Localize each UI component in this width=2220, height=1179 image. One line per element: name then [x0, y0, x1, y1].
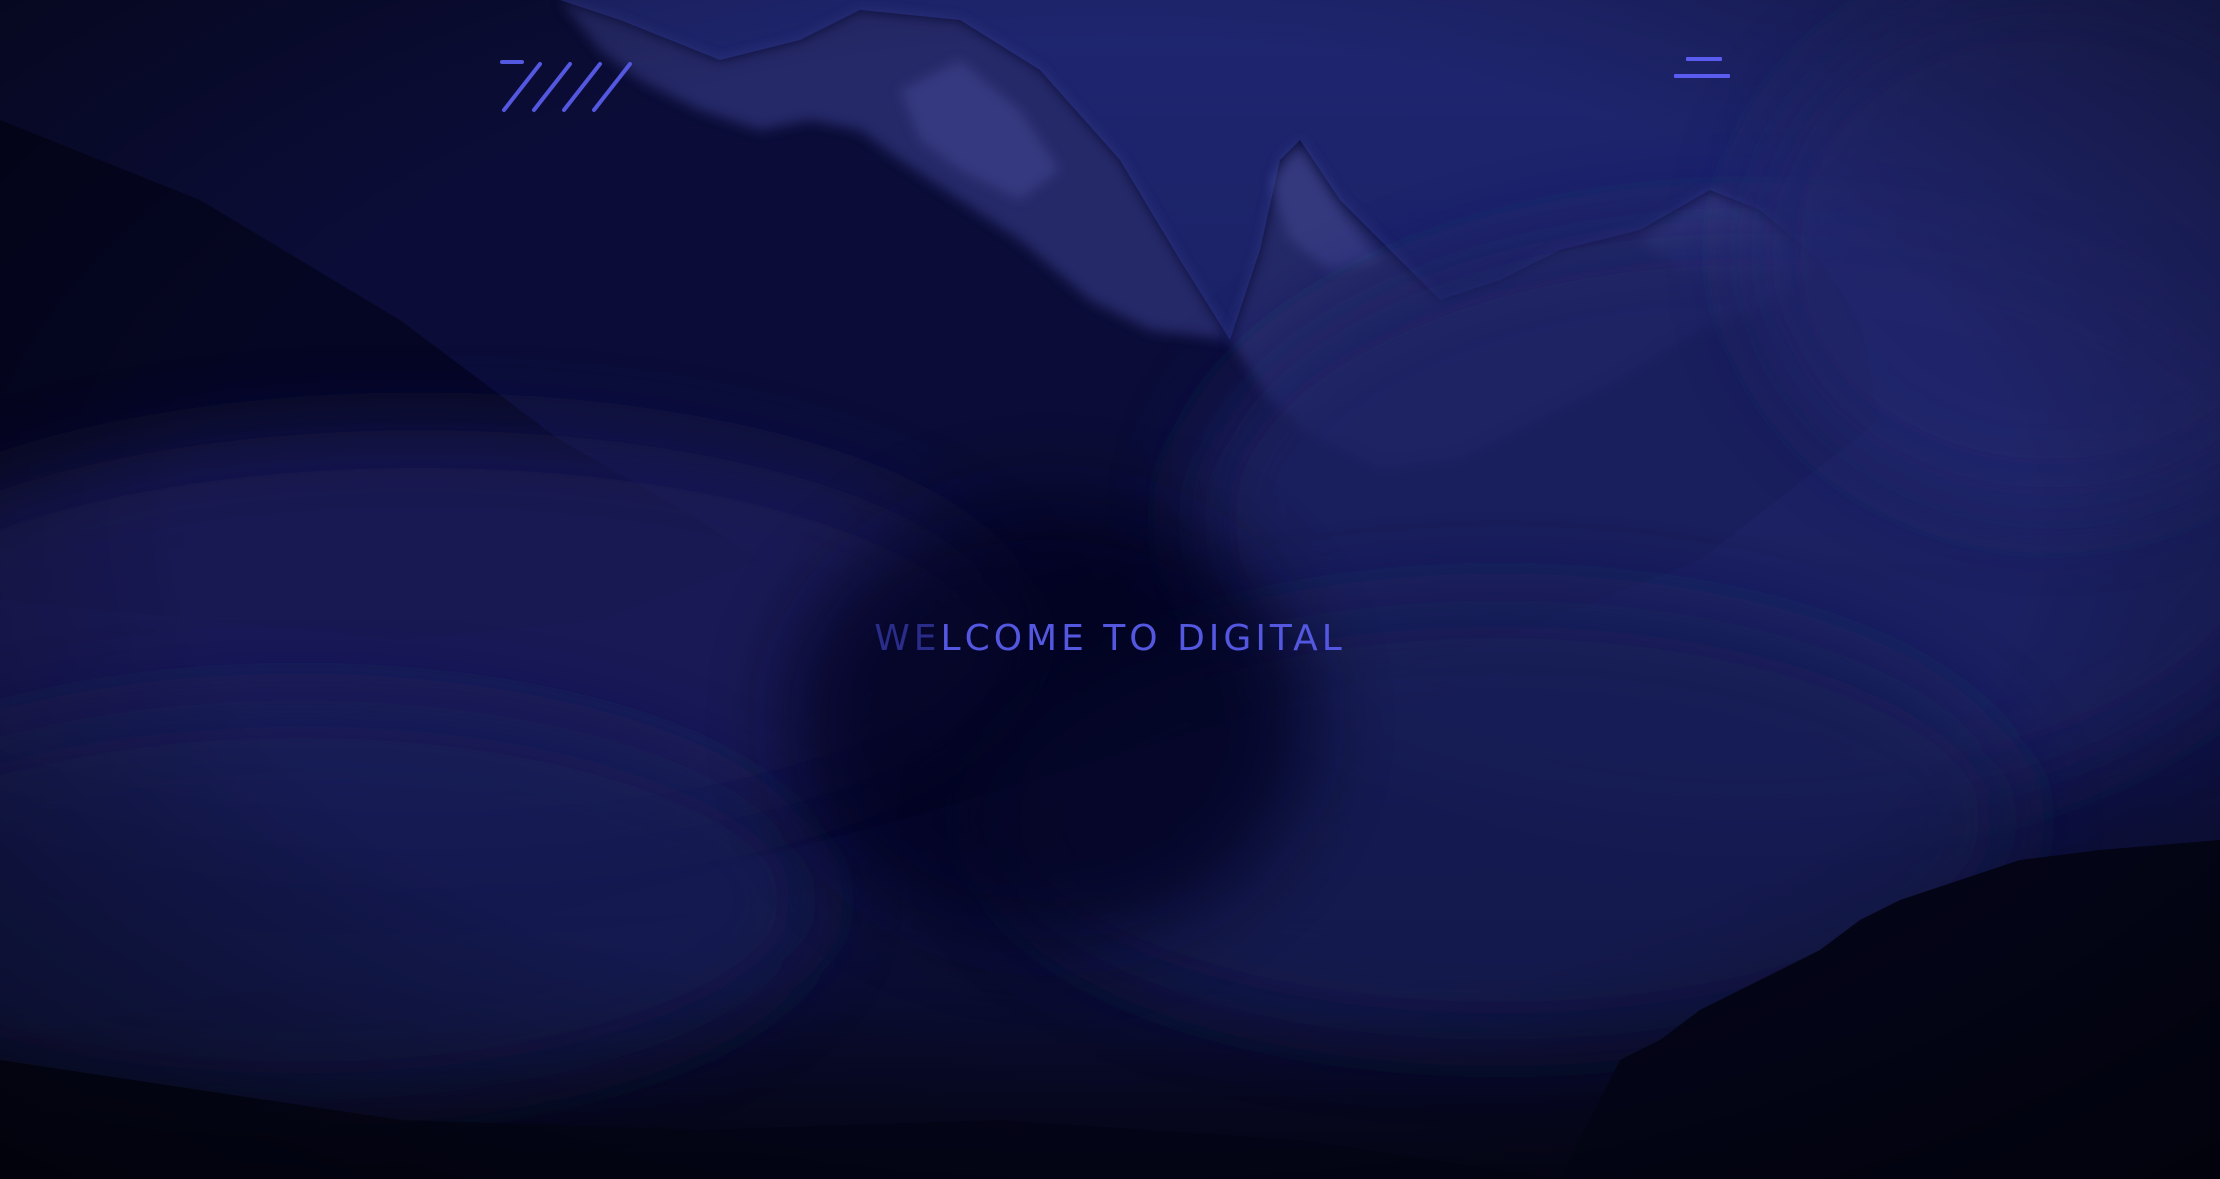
menu-bar-bottom	[1674, 74, 1730, 78]
menu-bar-top	[1686, 57, 1722, 61]
hero-headline-faded: WE	[874, 618, 941, 659]
hero-headline-main: LCOME TO DIGITAL	[940, 618, 1346, 659]
hero-headline: WELCOME TO DIGITAL	[0, 618, 2220, 659]
slash-logo-icon[interactable]	[498, 56, 638, 116]
mountain-background-image	[0, 0, 2220, 1179]
hero-section: WELCOME TO DIGITAL	[0, 0, 2220, 1179]
hamburger-menu-icon[interactable]	[1672, 52, 1734, 86]
